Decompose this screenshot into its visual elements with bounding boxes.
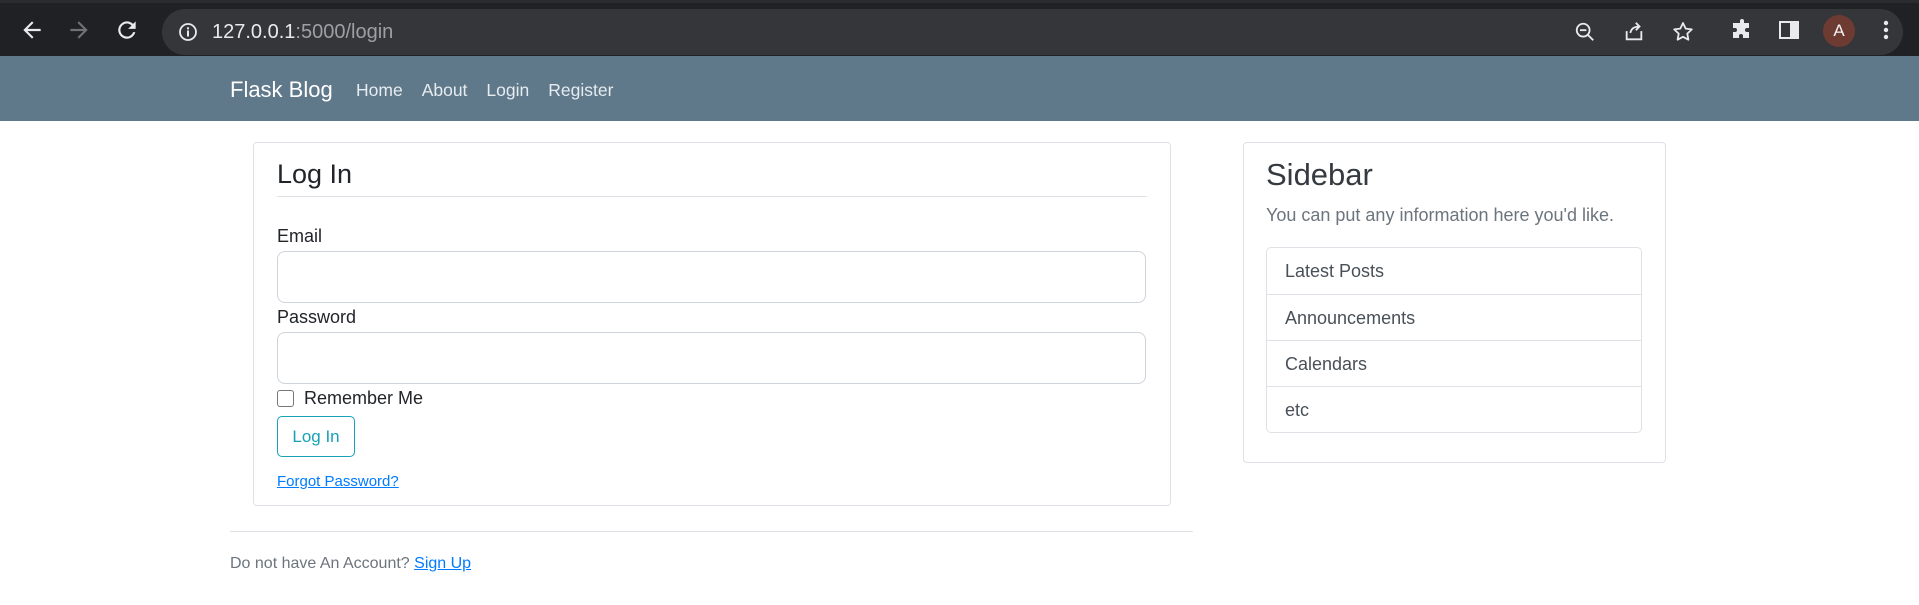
- remember-me-checkbox[interactable]: [277, 390, 294, 407]
- nav-links: Home About Login Register: [356, 80, 632, 101]
- nav-link-register[interactable]: Register: [548, 80, 613, 100]
- back-icon[interactable]: [19, 17, 45, 43]
- email-field[interactable]: [277, 251, 1146, 303]
- email-label: Email: [277, 226, 323, 246]
- address-bar[interactable]: 127.0.0.1:5000/login: [162, 9, 1903, 55]
- url-path: :5000/login: [295, 21, 394, 43]
- divider: [230, 531, 1193, 532]
- url-host: 127.0.0.1: [212, 21, 296, 43]
- side-panel-icon[interactable]: [1777, 18, 1801, 42]
- forward-icon[interactable]: [66, 17, 92, 43]
- reload-icon[interactable]: [114, 17, 140, 43]
- bookmark-star-icon[interactable]: [1671, 20, 1695, 44]
- password-field[interactable]: [277, 332, 1146, 384]
- sidebar-card: Sidebar You can put any information here…: [1243, 142, 1666, 463]
- forgot-password-link[interactable]: Forgot Password?: [277, 473, 399, 490]
- browser-toolbar: 127.0.0.1:5000/login A: [0, 0, 1919, 56]
- site-brand[interactable]: Flask Blog: [230, 77, 333, 103]
- nav-link-about[interactable]: About: [422, 80, 468, 100]
- sidebar-item-etc[interactable]: etc: [1267, 386, 1641, 432]
- login-form-card: Log In Email Password Remember Me Log In…: [253, 142, 1171, 506]
- sign-up-link[interactable]: Sign Up: [414, 555, 471, 572]
- zoom-out-icon[interactable]: [1574, 21, 1596, 43]
- signup-prompt-text: Do not have An Account?: [230, 555, 410, 572]
- site-navbar: Flask Blog Home About Login Register: [0, 56, 1919, 121]
- signup-prompt: Do not have An Account? Sign Up: [230, 555, 471, 573]
- remember-me-label[interactable]: Remember Me: [304, 388, 423, 409]
- more-menu-icon[interactable]: [1874, 18, 1898, 42]
- form-legend: Log In: [277, 159, 1147, 197]
- sidebar-description: You can put any information here you'd l…: [1266, 205, 1614, 225]
- login-submit-button[interactable]: Log In: [277, 416, 355, 457]
- share-icon[interactable]: [1623, 21, 1645, 43]
- sidebar-list: Latest Posts Announcements Calendars etc: [1266, 247, 1642, 433]
- sidebar-item-latest-posts[interactable]: Latest Posts: [1267, 248, 1641, 294]
- password-label: Password: [277, 307, 357, 327]
- sidebar-item-calendars[interactable]: Calendars: [1267, 340, 1641, 386]
- profile-avatar[interactable]: A: [1823, 15, 1855, 47]
- sidebar-item-announcements[interactable]: Announcements: [1267, 294, 1641, 340]
- url-text: 127.0.0.1:5000/login: [212, 21, 393, 44]
- nav-link-login[interactable]: Login: [486, 80, 529, 100]
- nav-link-home[interactable]: Home: [356, 80, 403, 100]
- extensions-icon[interactable]: [1730, 18, 1754, 42]
- site-info-icon[interactable]: [178, 22, 198, 42]
- sidebar-title: Sidebar: [1266, 157, 1373, 192]
